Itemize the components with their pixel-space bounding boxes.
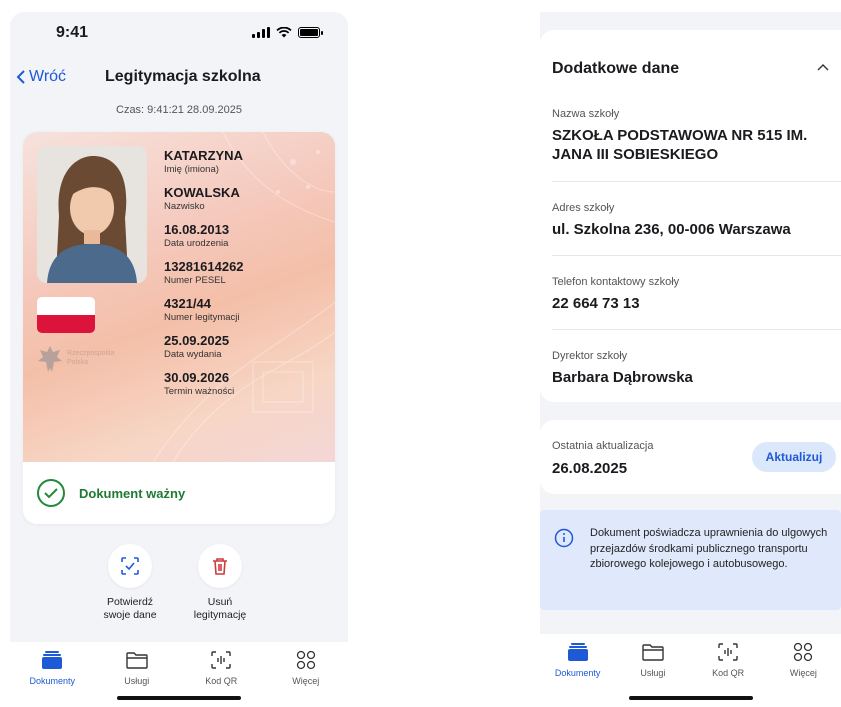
notice-text: Dokument poświadcza uprawnienia do ulgow… (590, 527, 828, 570)
emblem-text: Rzeczpospolita Polska (67, 350, 115, 366)
folder-icon (95, 648, 180, 672)
section-title: Dodatkowe dane (552, 60, 680, 77)
field-first-name: KATARZYNA Imię (imiona) (164, 148, 243, 175)
school-phone-row: Telefon kontaktowy szkoły 22 664 73 13 (552, 276, 841, 330)
status-bar: 9:41 (10, 24, 348, 44)
card-background: Rzeczpospolita Polska KATARZYNA Imię (imi… (23, 132, 335, 462)
trash-icon (198, 544, 242, 588)
tab-wiecej[interactable]: Więcej (264, 642, 349, 706)
additional-data-panel: Dodatkowe dane Nazwa szkoły SZKOŁA PODST… (540, 30, 841, 402)
status-time: 9:41 (56, 24, 89, 41)
details-screen: Dodatkowe dane Nazwa szkoły SZKOŁA PODST… (540, 12, 841, 706)
school-address-row: Adres szkoły ul. Szkolna 236, 00-006 War… (552, 202, 841, 256)
polish-flag (37, 297, 95, 333)
page-title: Legitymacja szkolna (105, 68, 261, 85)
field-id-number: 4321/44 Numer legitymacji (164, 296, 240, 323)
tab-dokumenty[interactable]: Dokumenty (540, 634, 615, 706)
home-indicator (628, 696, 753, 700)
validity-status: Dokument ważny (23, 462, 335, 524)
tab-bar: Dokumenty Usługi Kod QR Więcej (10, 642, 348, 706)
wallet-icon (540, 640, 615, 664)
update-label: Ostatnia aktualizacja (552, 440, 654, 452)
qr-scan-icon (179, 648, 264, 672)
chevron-up-icon[interactable] (817, 62, 829, 74)
document-screen: 9:41 Wróć Legitymacja szkolna Czas: 9:41… (10, 12, 348, 706)
validity-text: Dokument ważny (79, 485, 186, 501)
portrait-photo (37, 146, 147, 283)
update-date: 26.08.2025 (552, 460, 628, 477)
tab-dokumenty[interactable]: Dokumenty (10, 642, 95, 706)
field-issue-date: 25.09.2025 Data wydania (164, 333, 230, 360)
home-indicator (117, 696, 241, 700)
back-button[interactable]: Wróć (16, 68, 66, 86)
tab-bar: Dokumenty Usługi Kod QR Więcej (540, 634, 841, 706)
scan-check-icon (108, 544, 152, 588)
confirm-data-button[interactable]: Potwierdź swoje dane (85, 544, 175, 622)
school-director-row: Dyrektor szkoły Barbara Dąbrowska (552, 350, 693, 386)
id-card: Rzeczpospolita Polska KATARZYNA Imię (imi… (23, 132, 335, 524)
field-pesel: 13281614262 Numer PESEL (164, 259, 244, 286)
card-fields: KATARZYNA Imię (imiona) KOWALSKA Nazwisko … (164, 148, 244, 407)
eagle-emblem-icon (38, 346, 62, 372)
field-birth-date: 16.08.2013 Data urodzenia (164, 222, 230, 249)
portrait-image (37, 146, 147, 283)
last-update-panel: Ostatnia aktualizacja 26.08.2025 Aktuali… (540, 420, 841, 494)
grid-icon (264, 648, 349, 672)
wallet-icon (10, 648, 95, 672)
update-button[interactable]: Aktualizuj (752, 442, 836, 472)
delete-id-button[interactable]: Usuń legitymację (175, 544, 265, 622)
field-expiry-date: 30.09.2026 Termin ważności (164, 370, 235, 397)
back-label: Wróć (29, 68, 67, 85)
folder-icon (615, 640, 690, 664)
grid-icon (766, 640, 841, 664)
signal-icon (252, 27, 270, 38)
timestamp: Czas: 9:41:21 28.09.2025 (116, 104, 242, 116)
check-circle-icon (37, 479, 65, 507)
tab-wiecej[interactable]: Więcej (766, 634, 841, 706)
school-name-row: Nazwa szkoły SZKOŁA PODSTAWOWA NR 515 IM… (552, 108, 841, 182)
qr-scan-icon (691, 640, 766, 664)
info-notice: Dokument poświadcza uprawnienia do ulgow… (540, 510, 841, 610)
battery-icon (298, 27, 323, 38)
info-icon (554, 528, 574, 548)
field-last-name: KOWALSKA Nazwisko (164, 185, 240, 212)
wifi-icon (276, 27, 292, 38)
chevron-left-icon (16, 70, 25, 84)
